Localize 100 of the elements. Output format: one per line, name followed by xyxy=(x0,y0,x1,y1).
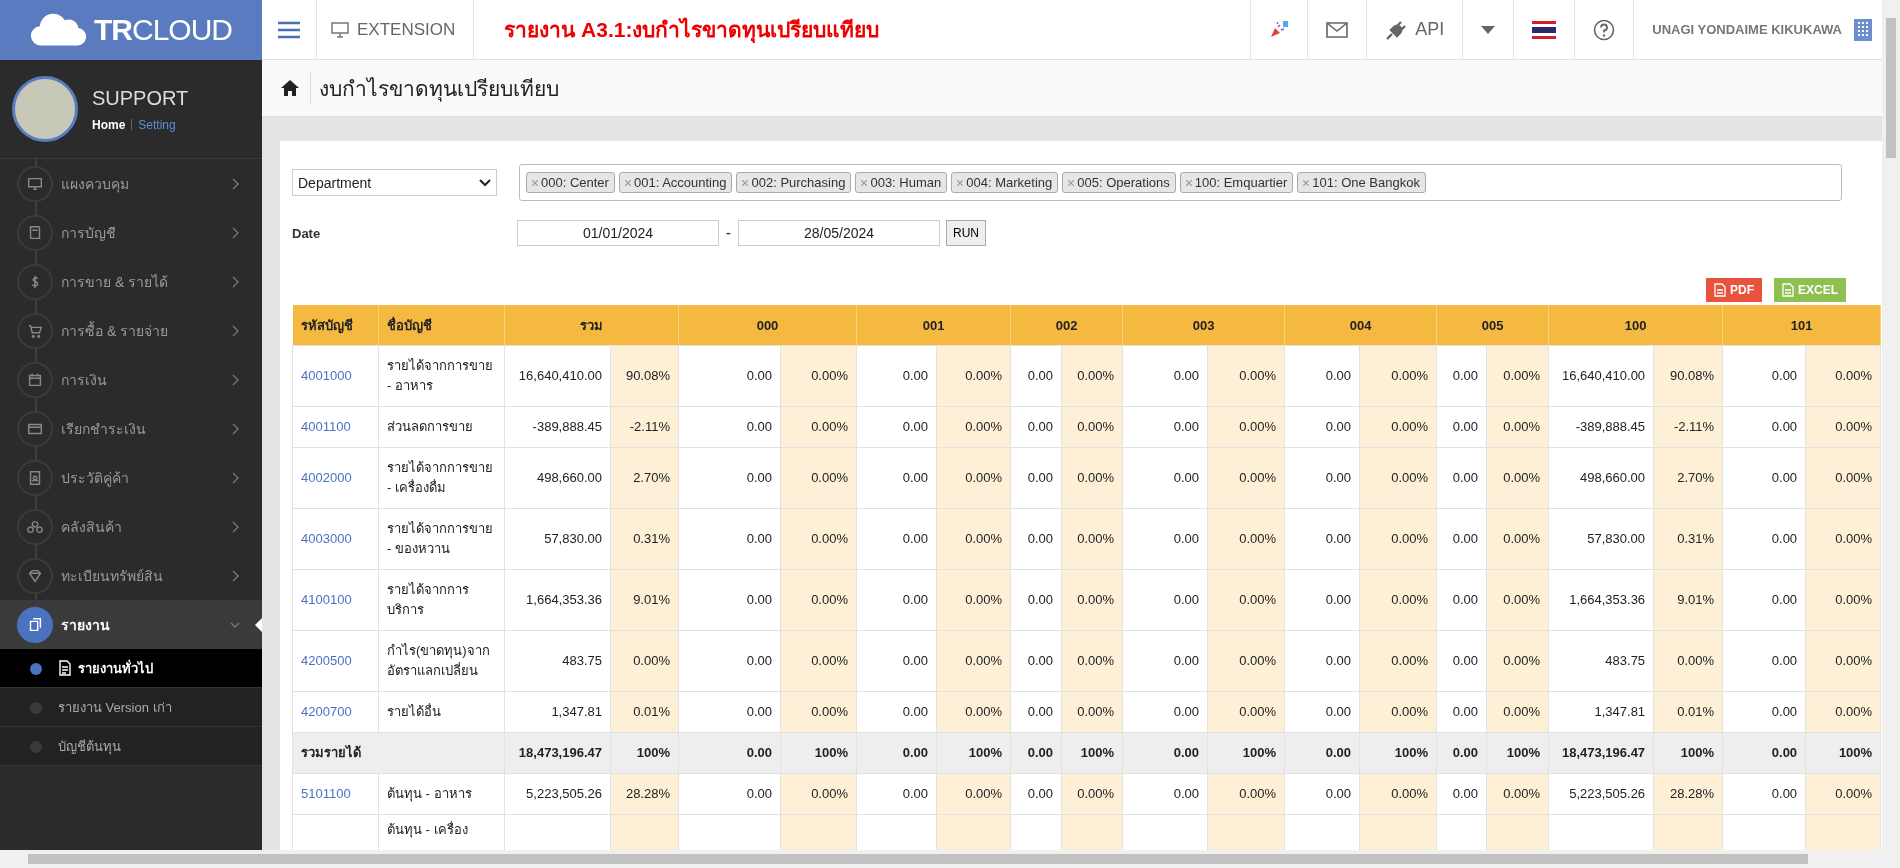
percent-cell: 0.00% xyxy=(1359,508,1437,570)
amount-cell: -389,888.45 xyxy=(1548,406,1654,448)
department-multiselect[interactable]: 000: Center 001: Accounting 002: Purchasing 003: Human 004: Marketing 005: Operations 100: Emquartier 101: One Bangkok xyxy=(519,164,1842,201)
amount-cell: 0.00 xyxy=(678,508,781,570)
amount-cell: 0.00 xyxy=(1010,406,1062,448)
brand-logo-text: TRCLOUD xyxy=(94,13,232,47)
sidebar-item[interactable]: การขาย & รายได้ xyxy=(0,257,262,306)
amount-cell: 18,473,196.47 xyxy=(504,732,611,774)
sidebar-item[interactable]: ทะเบียนทรัพย์สิน xyxy=(0,551,262,600)
amount-cell: 0.00 xyxy=(1436,630,1487,692)
date-from-field[interactable]: 01/01/2024 xyxy=(517,220,719,246)
remove-icon[interactable] xyxy=(742,179,749,186)
amount-cell: 16,640,410.00 xyxy=(1548,345,1654,407)
amount-cell: 0.00 xyxy=(1010,447,1062,509)
amount-cell: 0.00 xyxy=(678,691,781,733)
percent-cell: 0.00% xyxy=(1061,569,1123,631)
submenu-item[interactable]: รายงาน Version เก่า xyxy=(0,688,262,727)
vertical-scrollbar[interactable] xyxy=(1882,0,1900,850)
sidebar-item[interactable]: เรียกชำระเงิน xyxy=(0,404,262,453)
file-icon xyxy=(1714,283,1726,297)
account-code-link[interactable]: 4002000 xyxy=(301,470,352,485)
date-to-field[interactable]: 28/05/2024 xyxy=(738,220,940,246)
sidebar-item[interactable]: รายงาน xyxy=(0,600,262,649)
caret-icon xyxy=(1481,25,1496,34)
account-code-link[interactable]: 4001000 xyxy=(301,368,352,383)
remove-icon[interactable] xyxy=(624,179,631,186)
extension-button[interactable]: EXTENSION xyxy=(317,0,475,60)
percent-cell: 0.00% xyxy=(1805,569,1881,631)
amount-cell: 0.00 xyxy=(1122,345,1208,407)
profile-link[interactable]: Setting xyxy=(138,117,176,132)
department-tag[interactable]: 004: Marketing xyxy=(951,172,1059,193)
remove-icon[interactable] xyxy=(1185,179,1192,186)
submenu-item[interactable]: บัญชีต้นทุน xyxy=(0,727,262,766)
amount-cell: 0.00 xyxy=(1122,508,1208,570)
department-tag[interactable]: 101: One Bangkok xyxy=(1297,172,1426,193)
date-label: Date xyxy=(292,225,322,241)
amount-cell: 0.00 xyxy=(856,508,937,570)
amount-cell: -389,888.45 xyxy=(504,406,611,448)
amount-cell: 0.00 xyxy=(1122,447,1208,509)
account-name: รายได้จากการขาย - อาหาร xyxy=(378,345,505,407)
percent-cell: 0.00% xyxy=(1805,406,1881,448)
amount-cell: 1,347.81 xyxy=(1548,691,1654,733)
percent-cell: 0.00% xyxy=(1805,630,1881,692)
home-icon[interactable] xyxy=(280,79,300,97)
amount-cell: 0.00 xyxy=(1284,732,1360,774)
percent-cell: 0.00% xyxy=(1061,773,1123,815)
remove-icon[interactable] xyxy=(861,179,868,186)
percent-cell: 0.00% xyxy=(1359,406,1437,448)
percent-cell: 0.00% xyxy=(1486,630,1549,692)
horizontal-scrollbar[interactable] xyxy=(0,850,1900,868)
percent-cell: 100% xyxy=(1653,732,1723,774)
amount-cell: 0.00 xyxy=(1436,447,1487,509)
percent-cell: 0.00% xyxy=(936,773,1011,815)
account-code-link[interactable]: 4003000 xyxy=(301,531,352,546)
percent-cell: -2.11% xyxy=(610,406,679,448)
run-button[interactable]: RUN xyxy=(946,220,986,246)
department-tag[interactable]: 000: Center xyxy=(526,172,615,193)
submenu-item[interactable]: รายงานทั่วไป xyxy=(0,649,262,688)
amount-cell: 1,664,353.36 xyxy=(1548,569,1654,631)
dimension-select[interactable]: Department xyxy=(292,169,497,196)
percent-cell: 0.00% xyxy=(1061,508,1123,570)
remove-icon[interactable] xyxy=(1068,179,1075,186)
account-code-link[interactable]: 4100100 xyxy=(301,592,352,607)
sidebar-item[interactable]: การบัญชี xyxy=(0,208,262,257)
department-tag[interactable]: 005: Operations xyxy=(1062,172,1176,193)
remove-icon[interactable] xyxy=(1303,179,1310,186)
percent-cell: 0.00% xyxy=(780,406,857,448)
amount-cell: 0.00 xyxy=(678,773,781,815)
remove-icon[interactable] xyxy=(957,179,964,186)
account-name: รายได้จากการขาย - เครื่องดื่ม xyxy=(378,447,505,509)
mail-icon xyxy=(1326,21,1349,38)
sidebar-item[interactable]: การเงิน xyxy=(0,355,262,404)
profile-link[interactable]: Home xyxy=(92,117,126,132)
api-button[interactable]: API xyxy=(1366,0,1463,60)
amount-cell: 0.00 xyxy=(1436,345,1487,407)
department-tag[interactable]: 002: Purchasing xyxy=(736,172,852,193)
document-icon xyxy=(58,660,72,676)
monitor-icon xyxy=(331,21,349,38)
percent-cell: 0.00% xyxy=(936,508,1011,570)
sidebar-item[interactable]: คลังสินค้า xyxy=(0,502,262,551)
remove-icon[interactable] xyxy=(532,179,538,186)
percent-cell: 0.31% xyxy=(1653,508,1723,570)
sidebar-item[interactable]: ประวัติคู่ค้า xyxy=(0,453,262,502)
amount-cell: 0.00 xyxy=(1722,508,1806,570)
column-header: 001 xyxy=(856,305,1011,346)
percent-cell: 0.00% xyxy=(780,630,857,692)
department-tag[interactable]: 001: Accounting xyxy=(618,172,733,193)
amount-cell: 0.00 xyxy=(856,447,937,509)
department-tag[interactable]: 003: Human xyxy=(855,172,948,193)
sidebar-item[interactable]: การซื้อ & รายจ่าย xyxy=(0,306,262,355)
amount-cell: 0.00 xyxy=(1436,773,1487,815)
amount-cell: 0.00 xyxy=(856,406,937,448)
chevron-right-icon xyxy=(230,226,240,239)
percent-cell: 0.00% xyxy=(1486,569,1549,631)
sidebar-item[interactable]: แผงควบคุม xyxy=(0,159,262,208)
department-tag[interactable]: 100: Emquartier xyxy=(1179,172,1294,193)
account-code-link[interactable]: 4200500 xyxy=(301,653,352,668)
chevron-right-icon xyxy=(230,324,240,337)
flag-icon xyxy=(1532,20,1557,39)
pdf-export-button[interactable]: PDF xyxy=(1706,278,1762,302)
